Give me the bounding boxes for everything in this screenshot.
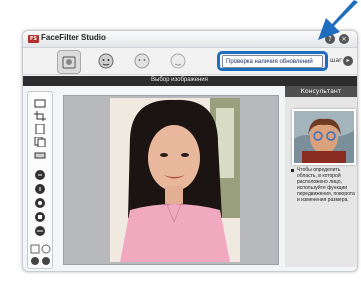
- red-eye-icon[interactable]: [34, 212, 46, 222]
- left-toolbar: [27, 91, 53, 269]
- facefilter-window: FS FaceFilter Studio ? × Проверка наличи…: [22, 30, 358, 272]
- open-icon[interactable]: [34, 98, 46, 108]
- advisor-header: Консультант: [285, 86, 357, 97]
- image-canvas[interactable]: [63, 95, 279, 265]
- print-icon[interactable]: [34, 150, 46, 160]
- next-step-label: шаг: [330, 57, 343, 64]
- mode-image-select-button[interactable]: [57, 50, 81, 74]
- redo-icon[interactable]: [41, 256, 51, 266]
- callout-arrow-icon: [318, 0, 358, 40]
- rotate-right-icon[interactable]: [34, 184, 46, 194]
- zoom-out-icon[interactable]: [41, 244, 51, 254]
- zoom-icon[interactable]: [34, 226, 46, 236]
- face-detect-icon: [98, 53, 114, 69]
- portrait-photo: [110, 98, 240, 262]
- app-title: FaceFilter Studio: [41, 33, 106, 42]
- flip-icon[interactable]: [34, 198, 46, 208]
- advisor-tip-text: Чтобы определить область, в которой расп…: [297, 167, 355, 203]
- mode-face-detect-button[interactable]: [95, 50, 117, 72]
- mode-face-correct-button[interactable]: [131, 50, 153, 72]
- section-title: Выбор изображения: [151, 77, 208, 83]
- next-step-button[interactable]: ▸: [343, 56, 353, 66]
- mode-face-print-button[interactable]: [167, 50, 189, 72]
- image-select-icon: [62, 56, 76, 69]
- mode-toolbar: Проверка наличия обновлений шаг ▸: [23, 48, 357, 75]
- rotate-left-icon[interactable]: [34, 170, 46, 180]
- page-icon[interactable]: [34, 124, 46, 134]
- app-logo: FS: [28, 35, 39, 43]
- advisor-sample-image: [292, 109, 356, 165]
- zoom-in-icon[interactable]: [30, 244, 40, 254]
- face-print-icon: [170, 53, 186, 69]
- check-updates-button[interactable]: Проверка наличия обновлений: [222, 55, 323, 68]
- chevron-right-icon: ▸: [346, 57, 350, 64]
- undo-icon[interactable]: [30, 256, 40, 266]
- advisor-panel: Чтобы определить область, в которой расп…: [285, 97, 357, 267]
- crop-icon[interactable]: [34, 111, 46, 121]
- face-correct-icon: [134, 53, 150, 69]
- section-bar: Выбор изображения: [23, 76, 357, 86]
- copy-icon[interactable]: [34, 137, 46, 147]
- tip-bullet: [291, 169, 294, 172]
